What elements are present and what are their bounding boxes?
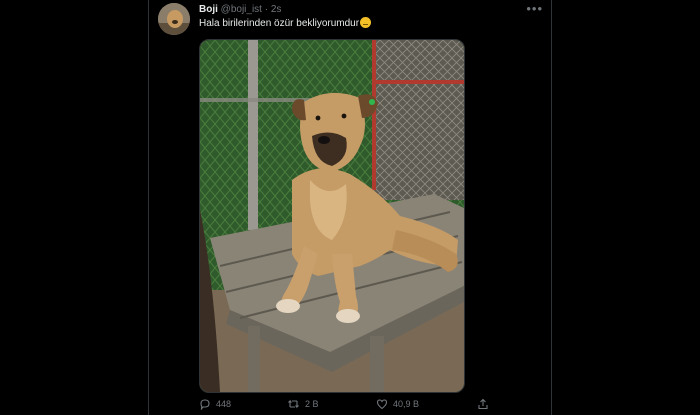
avatar[interactable] <box>158 3 190 35</box>
tweet-photo[interactable] <box>199 39 465 393</box>
avatar-image <box>158 3 190 35</box>
author-handle[interactable]: @boji_ist <box>221 4 262 15</box>
dog-photo <box>200 40 464 392</box>
tweet-header: Boji @boji_ist · 2s <box>199 3 281 16</box>
tweet-text: Hala birilerinden özür bekliyorumdur <box>199 17 372 30</box>
tweet-column: Boji @boji_ist · 2s ••• Hala birilerinde… <box>148 0 552 415</box>
reply-icon <box>199 398 211 410</box>
right-background <box>552 0 700 415</box>
reply-count: 448 <box>216 399 232 409</box>
author-name[interactable]: Boji <box>199 4 218 15</box>
like-count: 40,9 B <box>393 399 420 409</box>
heart-icon <box>376 398 388 410</box>
tweet-actions: 448 2 B 40,9 B <box>199 398 499 412</box>
share-button[interactable] <box>477 398 489 410</box>
retweet-icon <box>287 398 300 410</box>
retweet-count: 2 B <box>305 399 319 409</box>
more-icon[interactable]: ••• <box>526 1 543 16</box>
share-icon <box>477 398 489 410</box>
separator: · <box>264 4 269 15</box>
timestamp[interactable]: 2s <box>271 4 282 15</box>
thinking-face-emoji <box>360 17 372 28</box>
retweet-button[interactable]: 2 B <box>287 398 319 410</box>
reply-button[interactable]: 448 <box>199 398 231 410</box>
tweet-text-content: Hala birilerinden özür bekliyorumdur <box>199 18 360 29</box>
left-background <box>0 0 148 415</box>
like-button[interactable]: 40,9 B <box>376 398 419 410</box>
